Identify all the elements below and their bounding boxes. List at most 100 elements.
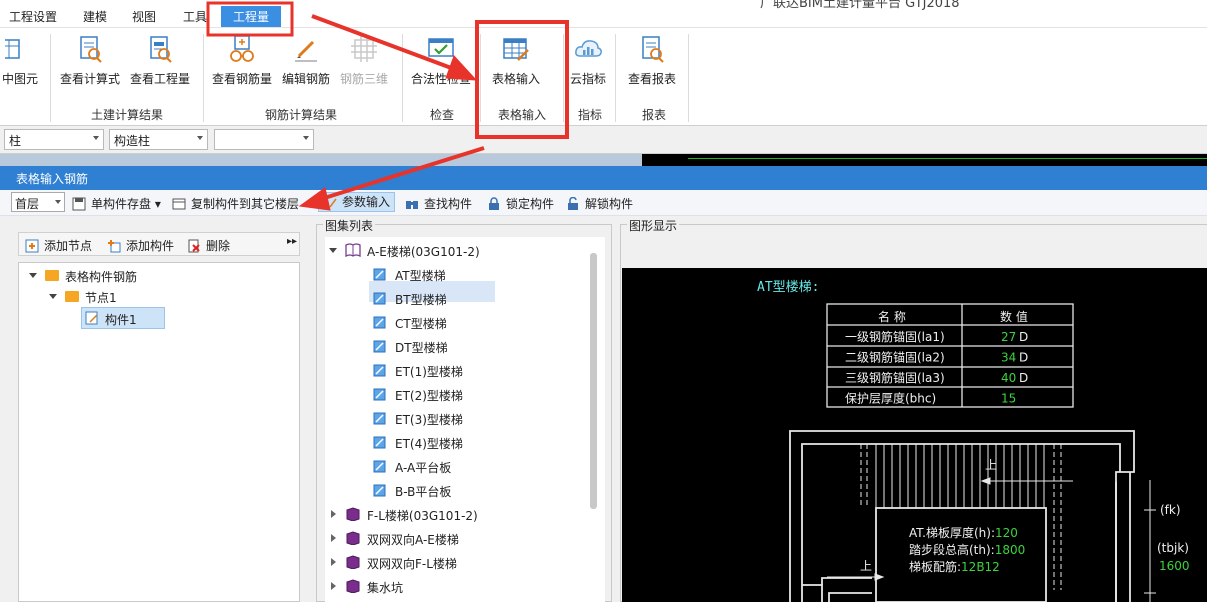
param-input-button[interactable]: a 参数输入 (318, 192, 396, 212)
param-unit: D (1019, 351, 1028, 365)
folder-icon (65, 291, 79, 302)
stair-param-label: 梯板配筋:12B12 (909, 559, 1000, 574)
expand-icon[interactable] (29, 273, 37, 278)
stair-param-label: AT.梯板厚度(h):120 (909, 525, 1018, 540)
delete-label: 删除 (206, 239, 231, 253)
background-canvas-strip (0, 154, 1207, 166)
subtype-value: 构造柱 (114, 134, 151, 148)
dialog-title-bar[interactable]: 表格输入钢筋 (0, 166, 1207, 190)
param-name: 保护层厚度(bhc) (845, 391, 936, 406)
param-input-label: 参数输入 (342, 195, 391, 209)
stair-doc-icon (373, 316, 386, 329)
quantity-doc-icon (150, 36, 172, 63)
expand-icon[interactable] (331, 534, 336, 542)
subtype-select[interactable]: 构造柱 (109, 129, 208, 150)
delete-icon (188, 239, 200, 253)
expand-icon[interactable] (331, 510, 336, 518)
view-quantity-button[interactable]: 查看工程量 (128, 32, 192, 94)
param-value[interactable]: 40 (1001, 371, 1016, 385)
stair-doc-icon (373, 364, 386, 377)
lock-member-button[interactable]: 锁定构件 (487, 195, 554, 212)
stair-doc-icon (373, 292, 386, 305)
stair-param-value[interactable]: 12B12 (961, 560, 1000, 574)
chevron-down-icon (93, 136, 99, 140)
param-value[interactable]: 15 (1001, 392, 1016, 406)
view-formula-button[interactable]: 查看计算式 (58, 32, 122, 94)
atlas-collapsed-label: 双网双向F-L楼梯 (367, 557, 457, 571)
open-book-icon (345, 243, 361, 257)
chevron-down-icon (55, 200, 61, 204)
chevron-down-icon (197, 136, 203, 140)
rebar-3d-label: 钢筋三维 (339, 72, 388, 86)
stair-doc-icon (373, 460, 386, 473)
member-doc-icon (85, 311, 98, 325)
category-select[interactable]: 柱 (4, 129, 104, 150)
table-input-button[interactable]: 表格输入 (488, 32, 544, 94)
view-report-label: 查看报表 (627, 72, 676, 86)
copy-to-floor-button[interactable]: 复制构件到其它楼层 (172, 195, 299, 212)
atlas-item-label: BT型楼梯 (395, 293, 447, 307)
check-monitor-icon (428, 38, 454, 57)
dialog-title: 表格输入钢筋 (16, 172, 89, 186)
add-member-label: 添加构件 (126, 239, 175, 253)
stair-doc-icon (373, 484, 386, 497)
find-member-button[interactable]: 查找构件 (405, 195, 472, 212)
save-icon (72, 197, 86, 211)
delete-button[interactable]: 删除 (187, 237, 230, 254)
stair-doc-icon (373, 412, 386, 425)
edit-rebar-button[interactable]: 编辑钢筋 (280, 32, 332, 94)
expand-icon[interactable] (331, 582, 336, 590)
expand-icon[interactable] (329, 248, 337, 253)
menu-view[interactable]: 视图 (132, 8, 156, 25)
rebar-3d-button[interactable]: 钢筋三维 (338, 32, 390, 94)
add-member-button[interactable]: 添加构件 (107, 237, 174, 254)
stair-drawing[interactable]: AT型楼梯: 名 称 数 值 一级钢筋锚固(la1) 27 D 二级钢筋锚固(la2)… (622, 268, 1207, 602)
menu-quantity[interactable]: 工程量 (221, 6, 282, 27)
group-civil-label: 土建计算结果 (91, 108, 164, 122)
dashed-walls (860, 444, 1062, 602)
save-single-button[interactable]: 单构件存盘 ▾ (72, 195, 161, 212)
unlock-member-label: 解锁构件 (585, 197, 634, 211)
more-icon[interactable]: ▸▸ (287, 236, 297, 247)
table-input-label: 表格输入 (491, 72, 540, 86)
expand-icon[interactable] (331, 558, 336, 566)
atlas-item-label: CT型楼梯 (395, 317, 447, 331)
dialog-toolbar: 首层 单构件存盘 ▾ 复制构件到其它楼层 a 参数输入 查找构件 锁定构件 解锁构… (0, 190, 1207, 216)
add-member-icon (108, 240, 121, 253)
param-header-name: 名 称 (878, 309, 906, 324)
tree-item-member[interactable]: 构件1 (81, 307, 165, 329)
member-select[interactable] (214, 129, 314, 150)
floor-value: 首层 (15, 197, 40, 211)
param-value[interactable]: 27 (1001, 330, 1016, 344)
ribbon-separator (50, 34, 51, 122)
book-icon (346, 507, 360, 521)
select-partial-button[interactable]: 中图元 (0, 32, 44, 94)
param-name: 二级钢筋锚固(la2) (845, 350, 945, 365)
view-formula-label: 查看计算式 (59, 72, 120, 86)
expand-icon[interactable] (49, 294, 57, 299)
stair-param-value[interactable]: 1800 (995, 543, 1026, 557)
floor-select[interactable]: 首层 (11, 192, 65, 212)
atlas-caption: 图集列表 (323, 217, 376, 234)
menu-modeling[interactable]: 建模 (83, 8, 107, 25)
ribbon: 中图元 查看计算式 查看工程量 土建计算结果 查看钢筋量 编辑钢筋 钢筋三维 钢… (0, 28, 1207, 126)
cloud-index-button[interactable]: 云指标 (568, 32, 608, 94)
rebar-glasses-icon (230, 35, 254, 62)
stair-param-value[interactable]: 120 (995, 526, 1018, 540)
menu-project-settings[interactable]: 工程设置 (9, 8, 57, 25)
param-name: 一级钢筋锚固(la1) (845, 329, 945, 344)
unlock-member-button[interactable]: 解锁构件 (566, 195, 633, 212)
view-rebar-button[interactable]: 查看钢筋量 (210, 32, 274, 94)
view-report-button[interactable]: 查看报表 (624, 32, 680, 94)
param-value[interactable]: 34 (1001, 351, 1016, 365)
menu-bar: 广联达BIM土建计量平台 GTJ2018 工程设置 建模 视图 工具 工程量 (0, 0, 1207, 28)
atlas-scrollbar[interactable] (590, 253, 597, 509)
dim-tbjk-value[interactable]: 1600 (1159, 559, 1190, 573)
add-node-button[interactable]: 添加节点 (25, 237, 92, 254)
stair-doc-icon (373, 436, 386, 449)
ribbon-separator (480, 34, 481, 122)
menu-tools[interactable]: 工具 (183, 8, 207, 25)
chevron-down-icon (303, 136, 309, 140)
legality-check-button[interactable]: 合法性检查 (408, 32, 474, 94)
atlas-item-label: ET(3)型楼梯 (395, 413, 463, 427)
